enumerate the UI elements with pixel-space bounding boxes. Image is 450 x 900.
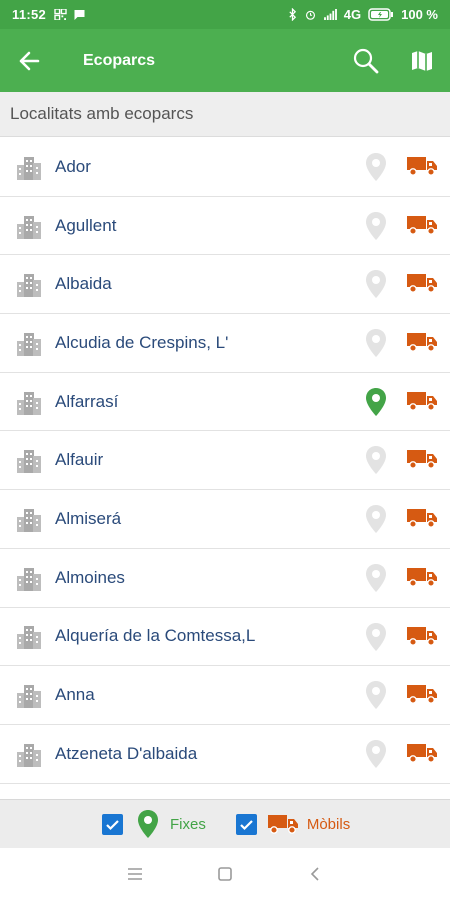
status-time: 11:52	[12, 7, 47, 22]
locality-name: Alcudia de Crespins, L'	[55, 332, 229, 352]
page-title: Ecoparcs	[83, 51, 156, 69]
location-pin-icon[interactable]	[364, 211, 388, 241]
fixes-label: Fixes	[170, 815, 206, 833]
truck-icon[interactable]	[406, 155, 438, 177]
list-item[interactable]: Atzeneta D'albaida	[0, 725, 450, 784]
menu-icon	[128, 868, 142, 880]
location-pin-icon[interactable]	[364, 387, 388, 417]
list-item[interactable]: Alcudia de Crespins, L'	[0, 314, 450, 373]
location-pin-icon	[138, 810, 158, 838]
locality-list: Ador Agullent Albaida Alcudia de Crespins, …	[0, 138, 450, 784]
truck-icon[interactable]	[406, 448, 438, 470]
list-item[interactable]: Alquería de la Comtessa,L	[0, 608, 450, 667]
map-button[interactable]	[394, 29, 450, 92]
signal-icon	[323, 9, 337, 20]
alarm-icon	[305, 10, 315, 20]
list-item[interactable]: Alfarrasí	[0, 373, 450, 432]
location-pin-icon[interactable]	[364, 680, 388, 710]
chat-icon	[74, 10, 85, 20]
list-item[interactable]: Albaida	[0, 255, 450, 315]
list-item[interactable]: Almoines	[0, 549, 450, 608]
building-icon	[17, 685, 41, 709]
location-pin-icon[interactable]	[364, 152, 388, 182]
fixes-checkbox[interactable]	[102, 813, 123, 835]
map-icon	[412, 50, 432, 71]
location-pin-icon[interactable]	[364, 622, 388, 652]
building-icon	[17, 626, 41, 650]
truck-icon[interactable]	[406, 507, 438, 529]
mobils-label: Mòbils	[306, 815, 351, 833]
list-item[interactable]: Ador	[0, 138, 450, 197]
checkmark-icon	[240, 819, 253, 830]
locality-name: Alfauir	[55, 450, 104, 470]
network-type: 4G	[343, 7, 362, 22]
list-item[interactable]: Agullent	[0, 197, 450, 256]
building-icon	[17, 508, 41, 532]
home-nav-button[interactable]	[205, 854, 245, 894]
mobils-checkbox[interactable]	[235, 813, 257, 835]
qr-icon	[54, 9, 67, 20]
location-pin-icon[interactable]	[364, 739, 388, 769]
home-square-icon	[218, 867, 232, 881]
truck-icon[interactable]	[406, 742, 438, 764]
chevron-left-icon	[310, 867, 319, 881]
truck-icon[interactable]	[406, 331, 438, 353]
system-nav-bar	[0, 848, 450, 900]
locality-name: Alfarrasí	[55, 391, 119, 411]
building-icon	[17, 156, 41, 180]
truck-icon	[267, 815, 298, 834]
locality-name: Almoines	[55, 567, 125, 587]
building-icon	[17, 391, 41, 415]
building-icon	[17, 450, 41, 474]
status-bar: 11:52 4G 100 %	[0, 0, 450, 29]
truck-icon[interactable]	[406, 272, 438, 294]
building-icon	[17, 274, 41, 298]
location-pin-icon[interactable]	[364, 269, 388, 299]
search-icon	[353, 48, 379, 73]
locality-name: Ador	[55, 156, 91, 176]
locality-name: Anna	[55, 685, 95, 705]
building-icon	[17, 332, 41, 356]
locality-name: Agullent	[55, 215, 117, 235]
location-pin-icon[interactable]	[364, 563, 388, 593]
locality-name: Almiserá	[55, 508, 122, 528]
truck-icon[interactable]	[406, 214, 438, 236]
app-bar: Ecoparcs	[0, 29, 450, 92]
back-nav-button[interactable]	[295, 854, 335, 894]
truck-icon[interactable]	[406, 566, 438, 588]
battery-level: 100 %	[401, 7, 438, 22]
menu-nav-button[interactable]	[115, 854, 155, 894]
filter-bar: Fixes Mòbils	[0, 799, 450, 848]
truck-icon[interactable]	[406, 390, 438, 412]
locality-name: Albaida	[55, 274, 112, 294]
section-header: Localitats amb ecoparcs	[0, 92, 450, 137]
bluetooth-icon	[289, 8, 296, 21]
building-icon	[17, 743, 41, 767]
back-button[interactable]	[0, 29, 58, 92]
search-button[interactable]	[338, 29, 394, 92]
location-pin-icon[interactable]	[364, 504, 388, 534]
truck-icon[interactable]	[406, 683, 438, 705]
truck-icon[interactable]	[406, 625, 438, 647]
location-pin-icon[interactable]	[364, 445, 388, 475]
list-item[interactable]: Almiserá	[0, 490, 450, 549]
locality-name: Alquería de la Comtessa,L	[55, 626, 256, 646]
battery-icon	[368, 8, 394, 21]
building-icon	[17, 567, 41, 591]
list-item[interactable]: Alfauir	[0, 431, 450, 491]
location-pin-icon[interactable]	[364, 328, 388, 358]
building-icon	[17, 215, 41, 239]
locality-name: Atzeneta D'albaida	[55, 743, 198, 763]
arrow-left-icon	[19, 51, 40, 70]
list-item[interactable]: Anna	[0, 666, 450, 725]
checkmark-icon	[106, 819, 119, 830]
